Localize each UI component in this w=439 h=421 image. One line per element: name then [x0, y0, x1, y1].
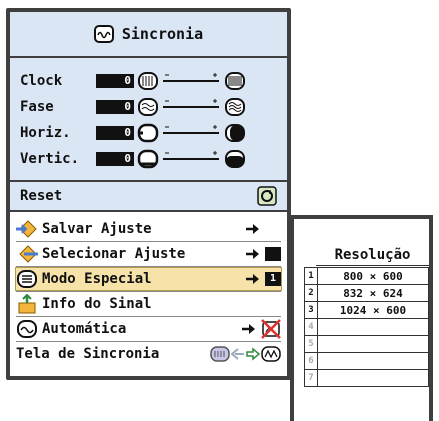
arrow-right-icon: [242, 324, 255, 334]
row-number: 6: [304, 352, 318, 370]
option-signal-info[interactable]: Info do Sinal: [16, 293, 281, 315]
adjust-row-vertical[interactable]: Vertic. 0: [20, 148, 281, 170]
resolution-value: [317, 335, 429, 353]
option-label: Automática: [42, 321, 127, 337]
option-label: Tela de Sincronia: [16, 346, 160, 362]
horizontal-shift-icon: [137, 123, 159, 143]
adjust-label-vertical: Vertic.: [20, 151, 80, 167]
row-number: 3: [304, 301, 318, 319]
adjust-value-clock: 0: [96, 74, 134, 88]
left-arrow-faint-icon: [231, 348, 244, 360]
resolution-value: [317, 352, 429, 370]
adjust-value-vertical: 0: [96, 152, 134, 166]
resolution-table: 1 800 × 600 2 832 × 624 3 1024 × 600 4 5 6 …: [304, 267, 429, 387]
setting-slot-box: [265, 247, 281, 261]
special-mode-icon: [17, 270, 37, 288]
sync-menu-body: Sincronia Clock 0 Fase 0 Horiz. 0 Vertic…: [10, 12, 287, 376]
reset-icon[interactable]: [257, 186, 277, 206]
clock-wave-icon: [138, 72, 158, 90]
vertical-shift-icon: [137, 149, 159, 169]
adjust-label-clock: Clock: [20, 73, 63, 89]
reset-row[interactable]: Reset: [10, 182, 287, 212]
row-number: 2: [304, 284, 318, 302]
option-divider: [16, 291, 281, 292]
option-label: Info do Sinal: [42, 296, 152, 312]
clock-wave-dense-icon: [225, 72, 245, 90]
signal-info-icon: [18, 294, 36, 314]
option-label: Salvar Ajuste: [42, 221, 152, 237]
arrow-right-icon: [246, 249, 259, 259]
resolution-value: 832 × 624: [317, 284, 429, 302]
sync-menu-panel: Sincronia Clock 0 Fase 0 Horiz. 0 Vertic…: [6, 8, 291, 380]
resolution-header: Resolução: [334, 247, 411, 263]
clock-slider[interactable]: [161, 71, 221, 91]
menu-title-bar: Sincronia: [10, 12, 287, 58]
arrow-right-icon: [246, 274, 259, 284]
resolution-value: 1024 × 600: [317, 301, 429, 319]
right-arrow-hollow-icon: [246, 347, 260, 361]
option-label: Selecionar Ajuste: [42, 246, 186, 262]
crossed-out-icon: [261, 319, 281, 339]
vertical-slider[interactable]: [161, 149, 221, 169]
table-row[interactable]: 4: [304, 318, 429, 336]
resolution-value: 800 × 600: [317, 267, 429, 285]
adjust-row-clock[interactable]: Clock 0: [20, 70, 281, 92]
adjust-value-horizontal: 0: [96, 126, 134, 140]
table-row[interactable]: 3 1024 × 600: [304, 301, 429, 319]
horizontal-slider[interactable]: [161, 123, 221, 143]
resolution-panel-body: Resolução 1 800 × 600 2 832 × 624 3 1024 × …: [294, 219, 429, 421]
vertical-shift-down-icon: [225, 150, 245, 168]
row-number: 5: [304, 335, 318, 353]
adjust-label-phase: Fase: [20, 99, 54, 115]
option-automatic[interactable]: Automática: [16, 318, 281, 340]
adjust-label-horizontal: Horiz.: [20, 125, 71, 141]
resolution-value: [317, 369, 429, 387]
resolution-value: [317, 318, 429, 336]
option-divider: [16, 266, 281, 267]
adjustment-section: Clock 0 Fase 0 Horiz. 0 Vertic. 0: [10, 58, 287, 182]
auto-sync-icon: [17, 320, 37, 338]
table-row[interactable]: 2 832 × 624: [304, 284, 429, 302]
reset-label: Reset: [20, 188, 63, 204]
option-divider: [16, 316, 281, 317]
horizontal-shift-right-icon: [225, 124, 245, 142]
adjust-value-phase: 0: [96, 100, 134, 114]
table-row[interactable]: 5: [304, 335, 429, 353]
save-diamond-icon: [16, 220, 37, 238]
sync-wave-icon: [93, 25, 114, 43]
phase-wave-shifted-icon: [225, 98, 245, 116]
option-divider: [16, 241, 281, 242]
row-number: 4: [304, 318, 318, 336]
menu-title: Sincronia: [121, 25, 204, 43]
resolution-header-line: [316, 265, 429, 266]
option-label: Modo Especial: [42, 271, 152, 287]
option-divider: [16, 341, 281, 342]
option-select-setting[interactable]: Selecionar Ajuste: [16, 243, 281, 265]
select-diamond-icon: [19, 245, 38, 263]
arrow-right-icon: [246, 224, 259, 234]
row-number: 7: [304, 369, 318, 387]
table-row[interactable]: 7: [304, 369, 429, 387]
phase-slider[interactable]: [161, 97, 221, 117]
resolution-panel: Resolução 1 800 × 600 2 832 × 624 3 1024 × …: [290, 215, 433, 421]
table-row[interactable]: 1 800 × 600: [304, 267, 429, 285]
adjust-row-horizontal[interactable]: Horiz. 0: [20, 122, 281, 144]
table-row[interactable]: 6: [304, 352, 429, 370]
row-number: 1: [304, 267, 318, 285]
option-sync-screen[interactable]: Tela de Sincronia: [16, 343, 281, 365]
special-mode-value: 1: [265, 272, 281, 286]
adjust-row-phase[interactable]: Fase 0: [20, 96, 281, 118]
option-special-mode[interactable]: Modo Especial 1: [15, 267, 282, 291]
sync-wave-output-icon: [261, 346, 281, 362]
option-save-setting[interactable]: Salvar Ajuste: [16, 218, 281, 240]
sync-screen-icon: [210, 346, 230, 362]
phase-wave-icon: [138, 98, 158, 116]
